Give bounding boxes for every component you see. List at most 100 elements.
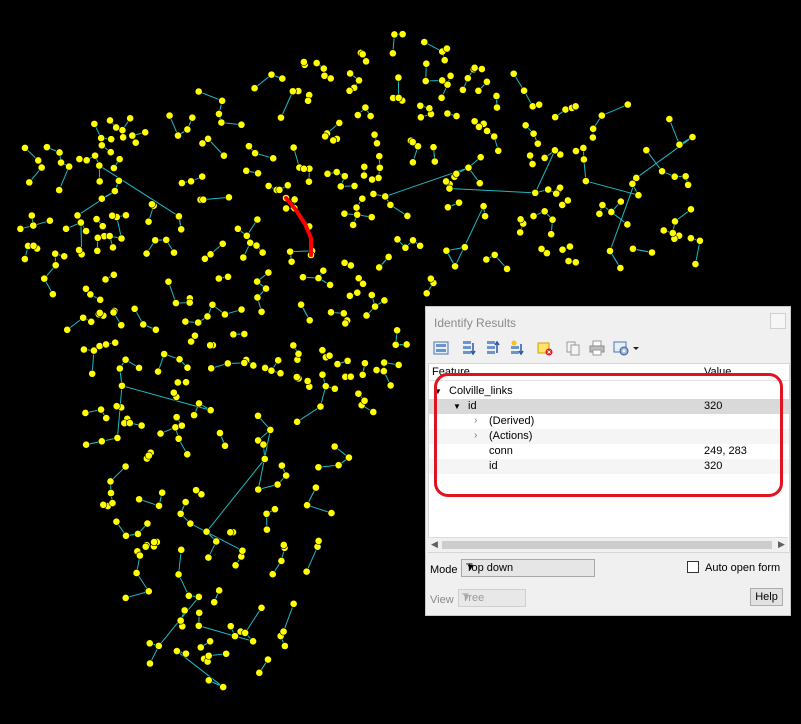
network-node[interactable] <box>126 114 135 123</box>
network-node[interactable] <box>551 146 559 155</box>
network-node[interactable] <box>111 338 120 347</box>
expand-tree-icon[interactable] <box>461 340 477 356</box>
network-node[interactable] <box>688 133 697 141</box>
network-node[interactable] <box>629 244 637 253</box>
network-node[interactable] <box>156 429 165 438</box>
network-node[interactable] <box>326 281 335 289</box>
network-node[interactable] <box>390 30 399 39</box>
network-node[interactable] <box>112 123 121 132</box>
network-node[interactable] <box>616 264 625 272</box>
network-node[interactable] <box>403 212 412 220</box>
network-node[interactable] <box>305 316 314 325</box>
network-node[interactable] <box>339 309 348 318</box>
network-node[interactable] <box>516 215 525 224</box>
network-node[interactable] <box>181 317 190 326</box>
network-node[interactable] <box>175 355 184 364</box>
network-node[interactable] <box>82 156 91 165</box>
network-node[interactable] <box>319 266 328 275</box>
network-node[interactable] <box>122 211 130 220</box>
network-node[interactable] <box>476 153 485 162</box>
network-node[interactable] <box>401 243 410 252</box>
network-node[interactable] <box>494 146 503 155</box>
network-node[interactable] <box>429 143 438 152</box>
network-node[interactable] <box>607 208 616 216</box>
network-node[interactable] <box>195 399 203 408</box>
network-node[interactable] <box>333 360 342 369</box>
network-node[interactable] <box>366 112 375 120</box>
network-node[interactable] <box>442 246 451 255</box>
network-node[interactable] <box>571 102 580 111</box>
network-node[interactable] <box>250 84 259 93</box>
network-node[interactable] <box>668 229 677 237</box>
network-node[interactable] <box>183 125 192 134</box>
mode-select[interactable]: Top down ▼ <box>461 559 595 577</box>
network-node[interactable] <box>183 363 192 372</box>
network-node[interactable] <box>27 211 36 220</box>
network-node[interactable] <box>254 485 263 494</box>
network-node[interactable] <box>290 195 299 204</box>
network-node[interactable] <box>665 115 674 123</box>
network-node[interactable] <box>102 414 111 422</box>
network-node[interactable] <box>452 112 461 120</box>
network-node[interactable] <box>321 382 330 391</box>
network-node[interactable] <box>219 683 228 691</box>
network-node[interactable] <box>216 429 224 437</box>
network-node[interactable] <box>409 236 417 245</box>
network-node[interactable] <box>251 149 259 158</box>
network-node[interactable] <box>226 528 235 537</box>
network-node[interactable] <box>132 569 141 577</box>
network-node[interactable] <box>109 308 118 317</box>
network-node[interactable] <box>135 495 144 504</box>
network-node[interactable] <box>681 172 690 181</box>
network-node[interactable] <box>386 201 395 209</box>
panel-close-button[interactable] <box>770 313 786 329</box>
network-node[interactable] <box>535 100 544 109</box>
network-node[interactable] <box>109 164 118 172</box>
network-node[interactable] <box>475 122 483 131</box>
network-node[interactable] <box>369 408 378 416</box>
network-node[interactable] <box>493 103 501 112</box>
network-node[interactable] <box>564 257 573 265</box>
network-node[interactable] <box>210 598 219 607</box>
network-node[interactable] <box>359 279 367 288</box>
network-node[interactable] <box>106 116 114 125</box>
network-node[interactable] <box>206 637 215 646</box>
network-node[interactable] <box>267 366 276 375</box>
network-node[interactable] <box>107 489 115 497</box>
network-node[interactable] <box>264 268 273 277</box>
network-node[interactable] <box>112 402 121 411</box>
scroll-left-icon[interactable]: ◀ <box>431 539 438 550</box>
network-node[interactable] <box>194 621 203 630</box>
network-node[interactable] <box>509 69 518 78</box>
network-node[interactable] <box>183 450 192 459</box>
network-node[interactable] <box>696 236 704 245</box>
network-node[interactable] <box>362 57 370 66</box>
network-node[interactable] <box>686 234 695 243</box>
network-node[interactable] <box>274 356 283 365</box>
network-node[interactable] <box>438 76 447 85</box>
network-node[interactable] <box>194 592 203 601</box>
network-node[interactable] <box>121 593 130 602</box>
network-node[interactable] <box>173 378 182 387</box>
network-node[interactable] <box>176 616 185 625</box>
network-node[interactable] <box>225 193 233 202</box>
network-node[interactable] <box>278 74 287 83</box>
network-node[interactable] <box>531 188 540 197</box>
network-node[interactable] <box>380 358 389 367</box>
network-node[interactable] <box>388 49 397 58</box>
network-node[interactable] <box>299 273 307 282</box>
network-node[interactable] <box>177 179 186 187</box>
network-node[interactable] <box>330 442 339 451</box>
network-node[interactable] <box>420 38 429 46</box>
network-node[interactable] <box>253 293 262 302</box>
network-node[interactable] <box>194 318 203 327</box>
network-node[interactable] <box>552 189 561 198</box>
form-view-icon[interactable] <box>433 340 449 356</box>
network-node[interactable] <box>160 350 169 358</box>
network-node[interactable] <box>521 121 530 130</box>
network-node[interactable] <box>181 498 190 506</box>
network-node[interactable] <box>190 411 198 420</box>
network-node[interactable] <box>312 59 321 67</box>
network-node[interactable] <box>146 659 154 668</box>
network-node[interactable] <box>598 201 607 209</box>
